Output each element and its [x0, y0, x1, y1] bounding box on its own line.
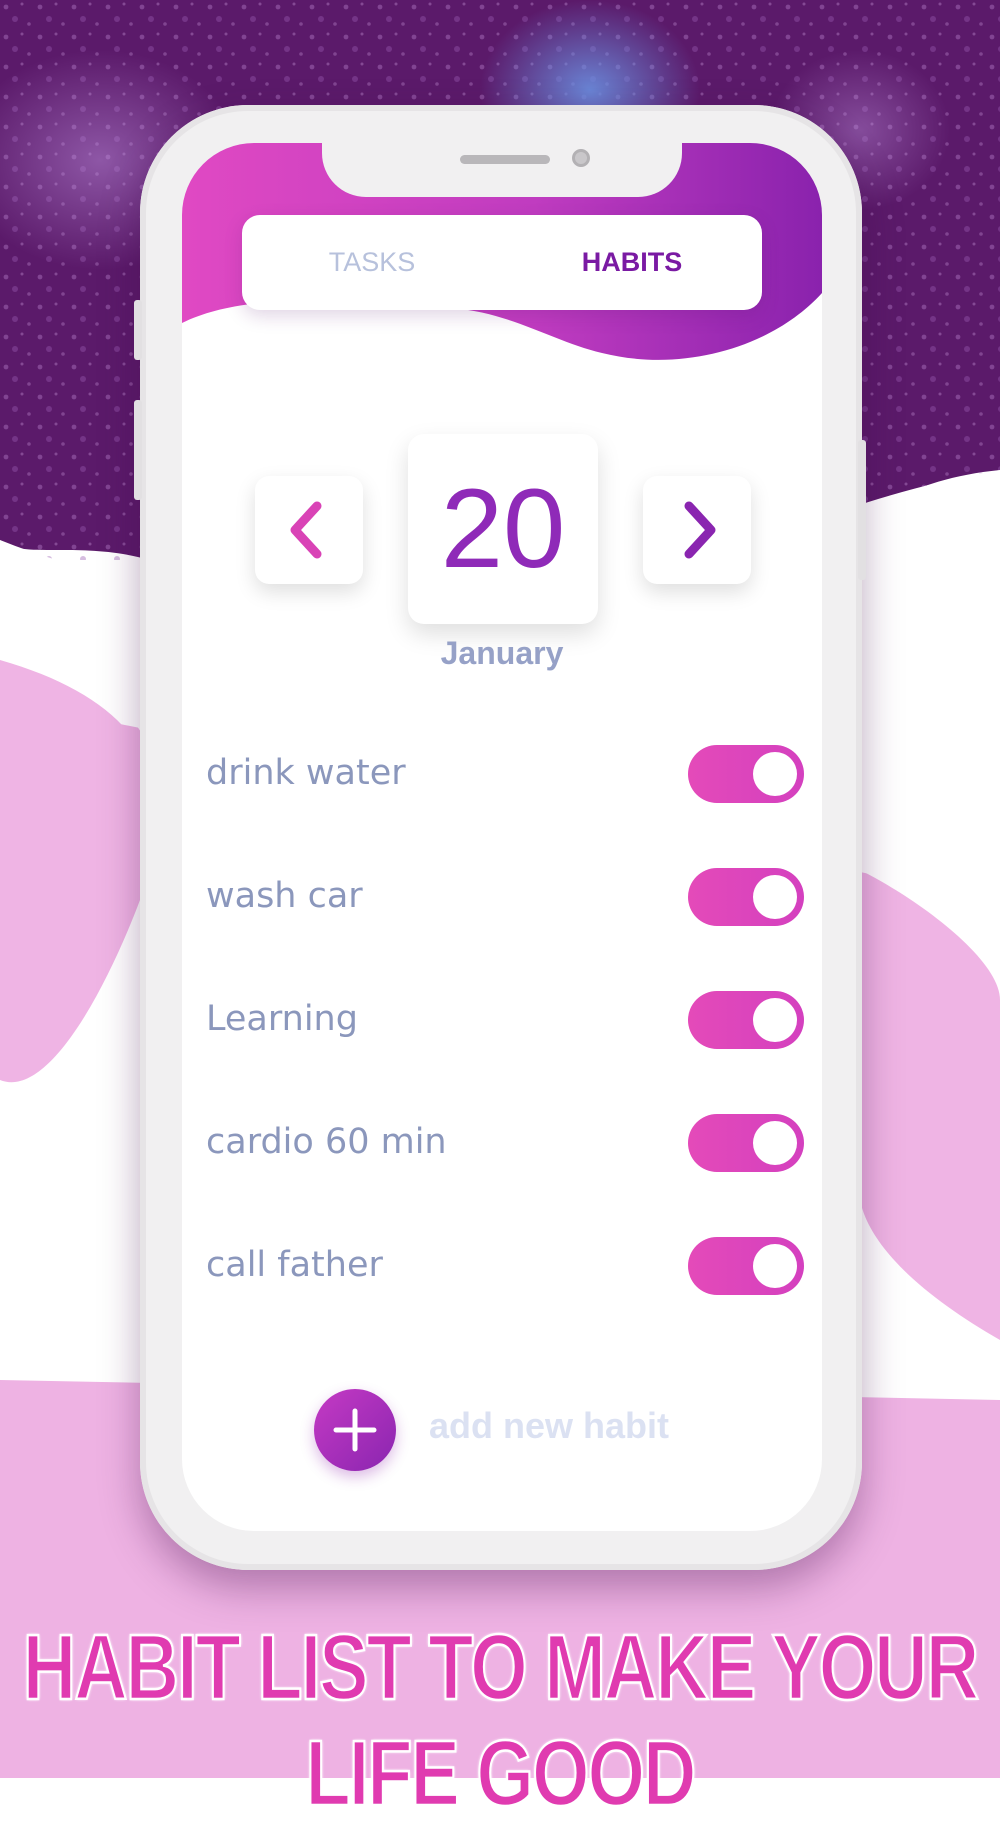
tab-habits[interactable]: HABITS	[502, 215, 762, 310]
habit-toggle[interactable]	[688, 991, 804, 1049]
add-habit-label[interactable]: add new habit	[429, 1405, 669, 1447]
toggle-knob	[753, 1244, 797, 1288]
toggle-knob	[753, 1121, 797, 1165]
plus-icon	[333, 1408, 377, 1452]
selected-day: 20	[408, 434, 598, 624]
habit-toggle[interactable]	[688, 1114, 804, 1172]
tab-tasks[interactable]: TASKS	[242, 215, 502, 310]
toggle-knob	[753, 752, 797, 796]
habit-row: cardio 60 min	[206, 1114, 804, 1174]
habit-label: wash car	[206, 876, 363, 916]
front-camera	[572, 149, 590, 167]
habit-label: call father	[206, 1245, 383, 1285]
previous-day-button[interactable]	[255, 476, 363, 584]
phone-side-button	[134, 400, 142, 500]
habit-toggle[interactable]	[688, 868, 804, 926]
habit-toggle[interactable]	[688, 1237, 804, 1295]
habit-label: drink water	[206, 753, 406, 793]
chevron-right-icon	[684, 501, 716, 559]
tab-bar: TASKS HABITS	[242, 215, 762, 310]
next-day-button[interactable]	[643, 476, 751, 584]
habit-row: wash car	[206, 868, 804, 928]
habit-label: Learning	[206, 999, 358, 1039]
speaker-grille	[460, 155, 550, 164]
toggle-knob	[753, 875, 797, 919]
toggle-knob	[753, 998, 797, 1042]
habit-row: Learning	[206, 991, 804, 1051]
selected-month: January	[440, 635, 564, 671]
phone-notch	[322, 143, 682, 197]
app-screen: TASKS HABITS 20 January drink water wash…	[182, 143, 822, 1531]
phone-side-button	[858, 440, 866, 580]
habit-toggle[interactable]	[688, 745, 804, 803]
phone-side-button	[134, 300, 142, 360]
promo-tagline: HABIT LIST TO MAKE YOUR LIFE GOOD	[22, 1614, 980, 1826]
habit-row: call father	[206, 1237, 804, 1297]
habit-label: cardio 60 min	[206, 1122, 447, 1162]
add-habit-button[interactable]	[314, 1389, 396, 1471]
chevron-left-icon	[290, 501, 322, 559]
habit-row: drink water	[206, 745, 804, 805]
